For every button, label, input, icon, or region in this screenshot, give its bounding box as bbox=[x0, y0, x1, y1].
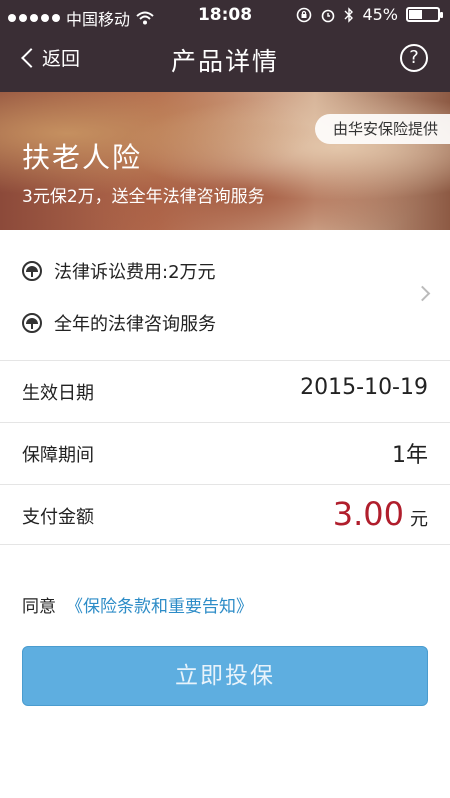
payment-amount-unit: 元 bbox=[410, 509, 428, 530]
battery-icon bbox=[406, 7, 443, 22]
feature-item: 全年的法律咨询服务 bbox=[22, 310, 216, 336]
umbrella-icon bbox=[22, 313, 42, 333]
effective-date-row: 生效日期 2015-10-19 bbox=[0, 360, 450, 420]
nav-bar: 返回 产品详情 ? bbox=[0, 32, 450, 90]
agreement-prefix: 同意 bbox=[22, 597, 56, 617]
period-value: 1年 bbox=[392, 443, 428, 468]
top-bar: 中国移动 18:08 45% 返回 产品详情 ? bbox=[0, 0, 450, 92]
chevron-right-icon bbox=[414, 285, 431, 302]
provider-badge: 由华安保险提供 bbox=[314, 114, 450, 144]
divider bbox=[0, 544, 450, 545]
payment-label: 支付金额 bbox=[22, 507, 94, 528]
page-title: 产品详情 bbox=[170, 47, 279, 76]
feature-text: 全年的法律咨询服务 bbox=[54, 314, 216, 335]
payment-row: 支付金额 3.00 元 bbox=[0, 484, 450, 544]
effective-date-value: 2015-10-19 bbox=[300, 375, 428, 400]
terms-link[interactable]: 《保险条款和重要告知》 bbox=[66, 592, 253, 617]
agreement: 同意 《保险条款和重要告知》 bbox=[22, 592, 253, 617]
feature-text: 法律诉讼费用:2万元 bbox=[54, 262, 216, 283]
payment-amount-number: 3.00 bbox=[332, 495, 404, 533]
status-bar: 中国移动 18:08 45% bbox=[0, 0, 450, 32]
alarm-icon bbox=[322, 9, 335, 22]
product-subtitle: 3元保2万，送全年法律咨询服务 bbox=[22, 187, 265, 207]
payment-amount: 3.00 元 bbox=[333, 495, 428, 533]
period-label: 保障期间 bbox=[22, 445, 94, 466]
rotation-lock-icon bbox=[297, 7, 312, 22]
product-banner: 由华安保险提供 扶老人险 3元保2万，送全年法律咨询服务 bbox=[0, 92, 450, 230]
umbrella-icon bbox=[22, 261, 42, 281]
help-button[interactable]: ? bbox=[400, 44, 428, 72]
battery-percent: 45% bbox=[362, 5, 398, 24]
product-title: 扶老人险 bbox=[22, 141, 143, 174]
insure-now-button[interactable]: 立即投保 bbox=[22, 646, 428, 706]
effective-date-label: 生效日期 bbox=[22, 383, 94, 404]
period-row: 保障期间 1年 bbox=[0, 422, 450, 482]
feature-item: 法律诉讼费用:2万元 bbox=[22, 258, 216, 284]
bluetooth-icon bbox=[344, 6, 354, 23]
feature-list[interactable]: 法律诉讼费用:2万元 全年的法律咨询服务 bbox=[0, 230, 450, 358]
